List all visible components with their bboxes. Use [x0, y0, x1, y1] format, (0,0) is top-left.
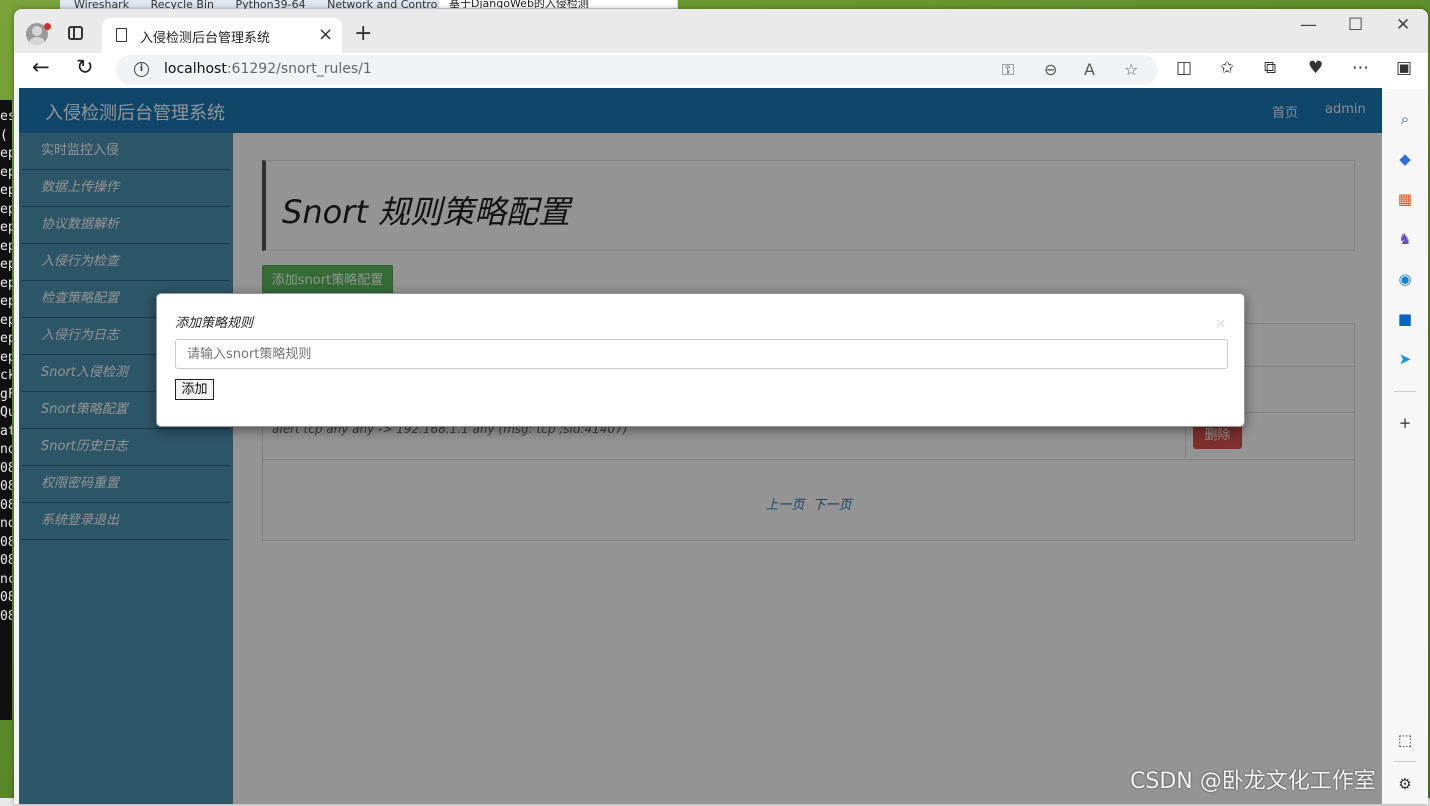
site-info-icon[interactable]: i [134, 62, 149, 77]
tab-active[interactable]: 入侵检测后台管理系统 × [102, 18, 342, 53]
refresh-icon[interactable]: ↻ [76, 55, 94, 79]
address-bar[interactable]: i localhost:61292/snort_rules/1 ⚿ ⊖ A ☆ [116, 55, 1158, 85]
browser-essentials-icon[interactable]: ♥ [1308, 58, 1323, 78]
office-icon[interactable]: ◉ [1396, 270, 1414, 288]
bg-app-python: Python39-64 [235, 0, 306, 9]
browser-toolbar: ← ↻ i localhost:61292/snort_rules/1 ⚿ ⊖ … [14, 53, 1428, 89]
tab-close-icon[interactable]: × [318, 24, 333, 45]
address-host: localhost [164, 61, 227, 77]
collections-icon[interactable]: ⧉ [1264, 58, 1276, 78]
snort-rule-input[interactable] [175, 339, 1228, 369]
browser-window: 入侵检测后台管理系统 × + — ☐ ✕ ← ↻ i localhost:612… [14, 9, 1428, 804]
favorites-icon[interactable]: ✩ [1220, 58, 1234, 78]
split-screen-icon[interactable]: ◫ [1176, 58, 1192, 78]
shopping-tag-icon[interactable]: ◆ [1396, 150, 1414, 168]
new-tab-icon[interactable]: + [354, 21, 372, 46]
close-window-button[interactable]: ✕ [1396, 15, 1410, 35]
watermark: CSDN @卧龙文化工作室 [1130, 769, 1376, 794]
minimize-button[interactable]: — [1300, 15, 1317, 35]
back-icon[interactable]: ← [32, 55, 50, 79]
add-rule-modal: 添加策略规则 × 添加 [156, 293, 1245, 427]
add-icon[interactable]: + [1396, 414, 1414, 432]
edge-sidebar: ⌕ ◆ ▦ ♞ ◉ ■ ➤ + ⬚ ⚙ [1382, 89, 1428, 804]
tab-title: 入侵检测后台管理系统 [140, 31, 271, 46]
send-icon[interactable]: ➤ [1396, 350, 1414, 368]
background-window-tab: 基于DjangoWeb的入侵检测 [438, 0, 678, 9]
edge-sidebar-divider [1394, 391, 1416, 392]
favorite-star-icon[interactable]: ☆ [1124, 60, 1138, 79]
page-viewport: 入侵检测后台管理系统 首页 admin 实时监控入侵 数据上传操作 协议数据解析… [19, 88, 1382, 804]
modal-backdrop[interactable] [19, 88, 1382, 804]
search-icon[interactable]: ⌕ [1396, 110, 1414, 128]
background-terminal: es ( ep ep ep ep ep ep ep ep ep ep ep ep… [0, 100, 12, 720]
modal-label: 添加策略规则 [175, 316, 254, 331]
zoom-icon[interactable]: ⊖ [1044, 60, 1057, 79]
modal-close-icon[interactable]: × [1215, 316, 1227, 332]
address-text[interactable]: localhost:61292/snort_rules/1 [164, 61, 372, 77]
games-icon[interactable]: ♞ [1396, 230, 1414, 248]
tab-actions-icon[interactable] [68, 26, 83, 40]
profile-notification-dot [44, 23, 51, 30]
edge-sidebar-divider [1394, 761, 1416, 762]
screenshot-icon[interactable]: ⬚ [1396, 731, 1414, 749]
bg-app-recycle-bin: Recycle Bin [150, 0, 214, 9]
key-icon[interactable]: ⚿ [1002, 60, 1014, 80]
tools-icon[interactable]: ▦ [1396, 190, 1414, 208]
settings-gear-icon[interactable]: ⚙ [1396, 775, 1414, 793]
more-menu-icon[interactable]: ⋯ [1352, 58, 1369, 78]
read-aloud-icon[interactable]: A [1084, 60, 1095, 79]
tab-bar: 入侵检测后台管理系统 × + — ☐ ✕ [14, 9, 1428, 53]
address-path: :61292/snort_rules/1 [226, 61, 372, 77]
page-document-icon [116, 28, 127, 42]
add-rule-submit-button[interactable]: 添加 [175, 379, 214, 400]
outlook-icon[interactable]: ■ [1396, 310, 1414, 328]
maximize-button[interactable]: ☐ [1348, 15, 1363, 35]
bg-app-wireshark: Wireshark [74, 0, 130, 9]
sidebar-toggle-icon[interactable]: ▣ [1396, 58, 1412, 78]
